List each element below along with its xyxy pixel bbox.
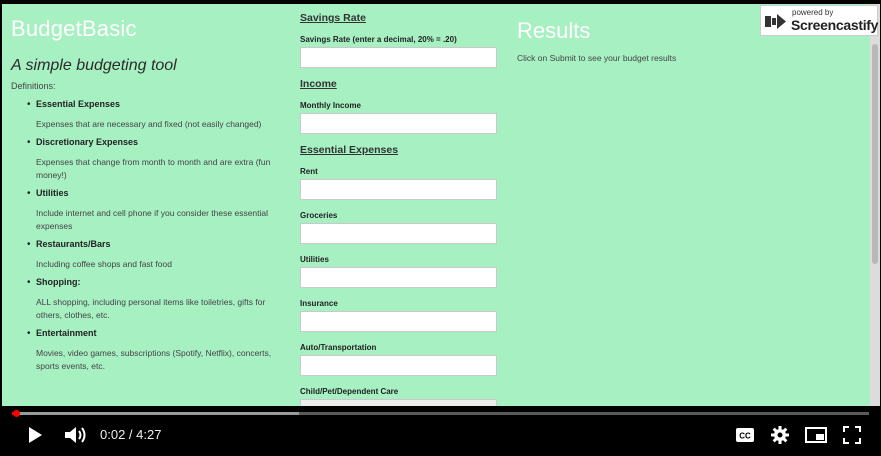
definitions-list: • Essential Expenses Expenses that are n… (11, 99, 291, 373)
bullet-icon: • (27, 239, 31, 250)
dependent-care-label: Child/Pet/Dependent Care (300, 387, 399, 396)
miniplayer-button[interactable] (803, 418, 829, 452)
definition-term: Entertainment (36, 328, 97, 338)
video-progress-bar[interactable] (12, 410, 869, 417)
bullet-icon: • (27, 188, 31, 199)
insurance-input[interactable] (300, 311, 497, 332)
savings-rate-input[interactable] (300, 47, 497, 68)
savings-rate-heading: Savings Rate (300, 12, 366, 24)
definition-description: Include internet and cell phone if you c… (36, 208, 269, 231)
essential-expenses-heading: Essential Expenses (300, 144, 399, 156)
definition-item: • Restaurants/Bars Including coffee shop… (11, 239, 291, 271)
page-scrollbar[interactable] (870, 4, 880, 406)
rent-input[interactable] (300, 179, 497, 200)
settings-button[interactable] (768, 418, 792, 452)
definition-term: Essential Expenses (36, 99, 121, 109)
time-display: 0:02 / 4:27 (100, 427, 162, 442)
monthly-income-input[interactable] (300, 113, 497, 134)
bullet-icon: • (27, 328, 31, 339)
watermark-powered-by: powered by (792, 8, 834, 17)
groceries-input[interactable] (300, 223, 497, 244)
definitions-label: Definitions: (11, 81, 56, 91)
definition-term: Restaurants/Bars (36, 239, 111, 249)
bullet-icon: • (27, 277, 31, 288)
play-button[interactable] (22, 418, 48, 452)
definition-item: • Entertainment Movies, video games, sub… (11, 328, 291, 373)
definition-item: • Discretionary Expenses Expenses that c… (11, 137, 291, 182)
app-title: BudgetBasic (11, 16, 137, 41)
fullscreen-icon (843, 426, 861, 444)
watermark-brand: Screencastify (791, 17, 879, 33)
bullet-icon: • (27, 99, 31, 110)
auto-transportation-label: Auto/Transportation (300, 343, 377, 352)
volume-icon (65, 427, 86, 443)
definition-term: Utilities (36, 188, 69, 198)
screencastify-watermark: powered by Screencastify (760, 5, 878, 36)
definition-item: • Utilities Include internet and cell ph… (11, 188, 291, 233)
groceries-label: Groceries (300, 211, 338, 220)
definition-description: Movies, video games, subscriptions (Spot… (36, 348, 272, 371)
captions-button[interactable]: CC (733, 418, 757, 452)
income-heading: Income (300, 78, 337, 90)
scrollbar-thumb[interactable] (872, 44, 878, 264)
rent-label: Rent (300, 167, 318, 176)
definition-description: ALL shopping, including personal items l… (36, 297, 266, 320)
cc-icon: CC (736, 428, 754, 442)
definition-term: Shopping: (36, 277, 81, 287)
utilities-label: Utilities (300, 255, 329, 264)
definitions-column: BudgetBasic A simple budgeting tool Defi… (11, 16, 291, 379)
volume-button[interactable] (62, 418, 90, 452)
web-page: BudgetBasic A simple budgeting tool Defi… (2, 4, 870, 406)
dependent-care-input[interactable] (300, 399, 497, 406)
bullet-icon: • (27, 137, 31, 148)
definition-term: Discretionary Expenses (36, 137, 139, 147)
app-subtitle: A simple budgeting tool (11, 57, 177, 74)
definition-item: • Essential Expenses Expenses that are n… (11, 99, 291, 131)
miniplayer-icon (805, 427, 827, 443)
definition-description: Expenses that change from month to month… (36, 157, 271, 180)
player-controls: 0:02 / 4:27 CC (0, 418, 881, 452)
screencastify-logo-icon (765, 14, 786, 29)
progress-buffered (12, 412, 300, 415)
definition-description: Including coffee shops and fast food (36, 259, 172, 269)
progress-scrubber[interactable] (12, 410, 20, 417)
auto-transportation-input[interactable] (300, 355, 497, 376)
fullscreen-button[interactable] (840, 418, 864, 452)
results-title: Results (517, 18, 591, 43)
savings-rate-label: Savings Rate (enter a decimal, 20% = .20… (300, 35, 457, 44)
results-message: Click on Submit to see your budget resul… (517, 53, 677, 63)
definition-item: • Shopping: ALL shopping, including pers… (11, 277, 291, 322)
definition-description: Expenses that are necessary and fixed (n… (36, 119, 262, 129)
insurance-label: Insurance (300, 299, 338, 308)
settings-icon (771, 426, 789, 444)
results-column: Results Click on Submit to see your budg… (517, 18, 777, 63)
cc-text: CC (739, 432, 751, 441)
budget-form: Savings Rate Savings Rate (enter a decim… (300, 12, 500, 406)
play-icon (29, 427, 42, 443)
utilities-input[interactable] (300, 267, 497, 288)
video-frame: BudgetBasic A simple budgeting tool Defi… (0, 0, 881, 456)
monthly-income-label: Monthly Income (300, 101, 361, 110)
